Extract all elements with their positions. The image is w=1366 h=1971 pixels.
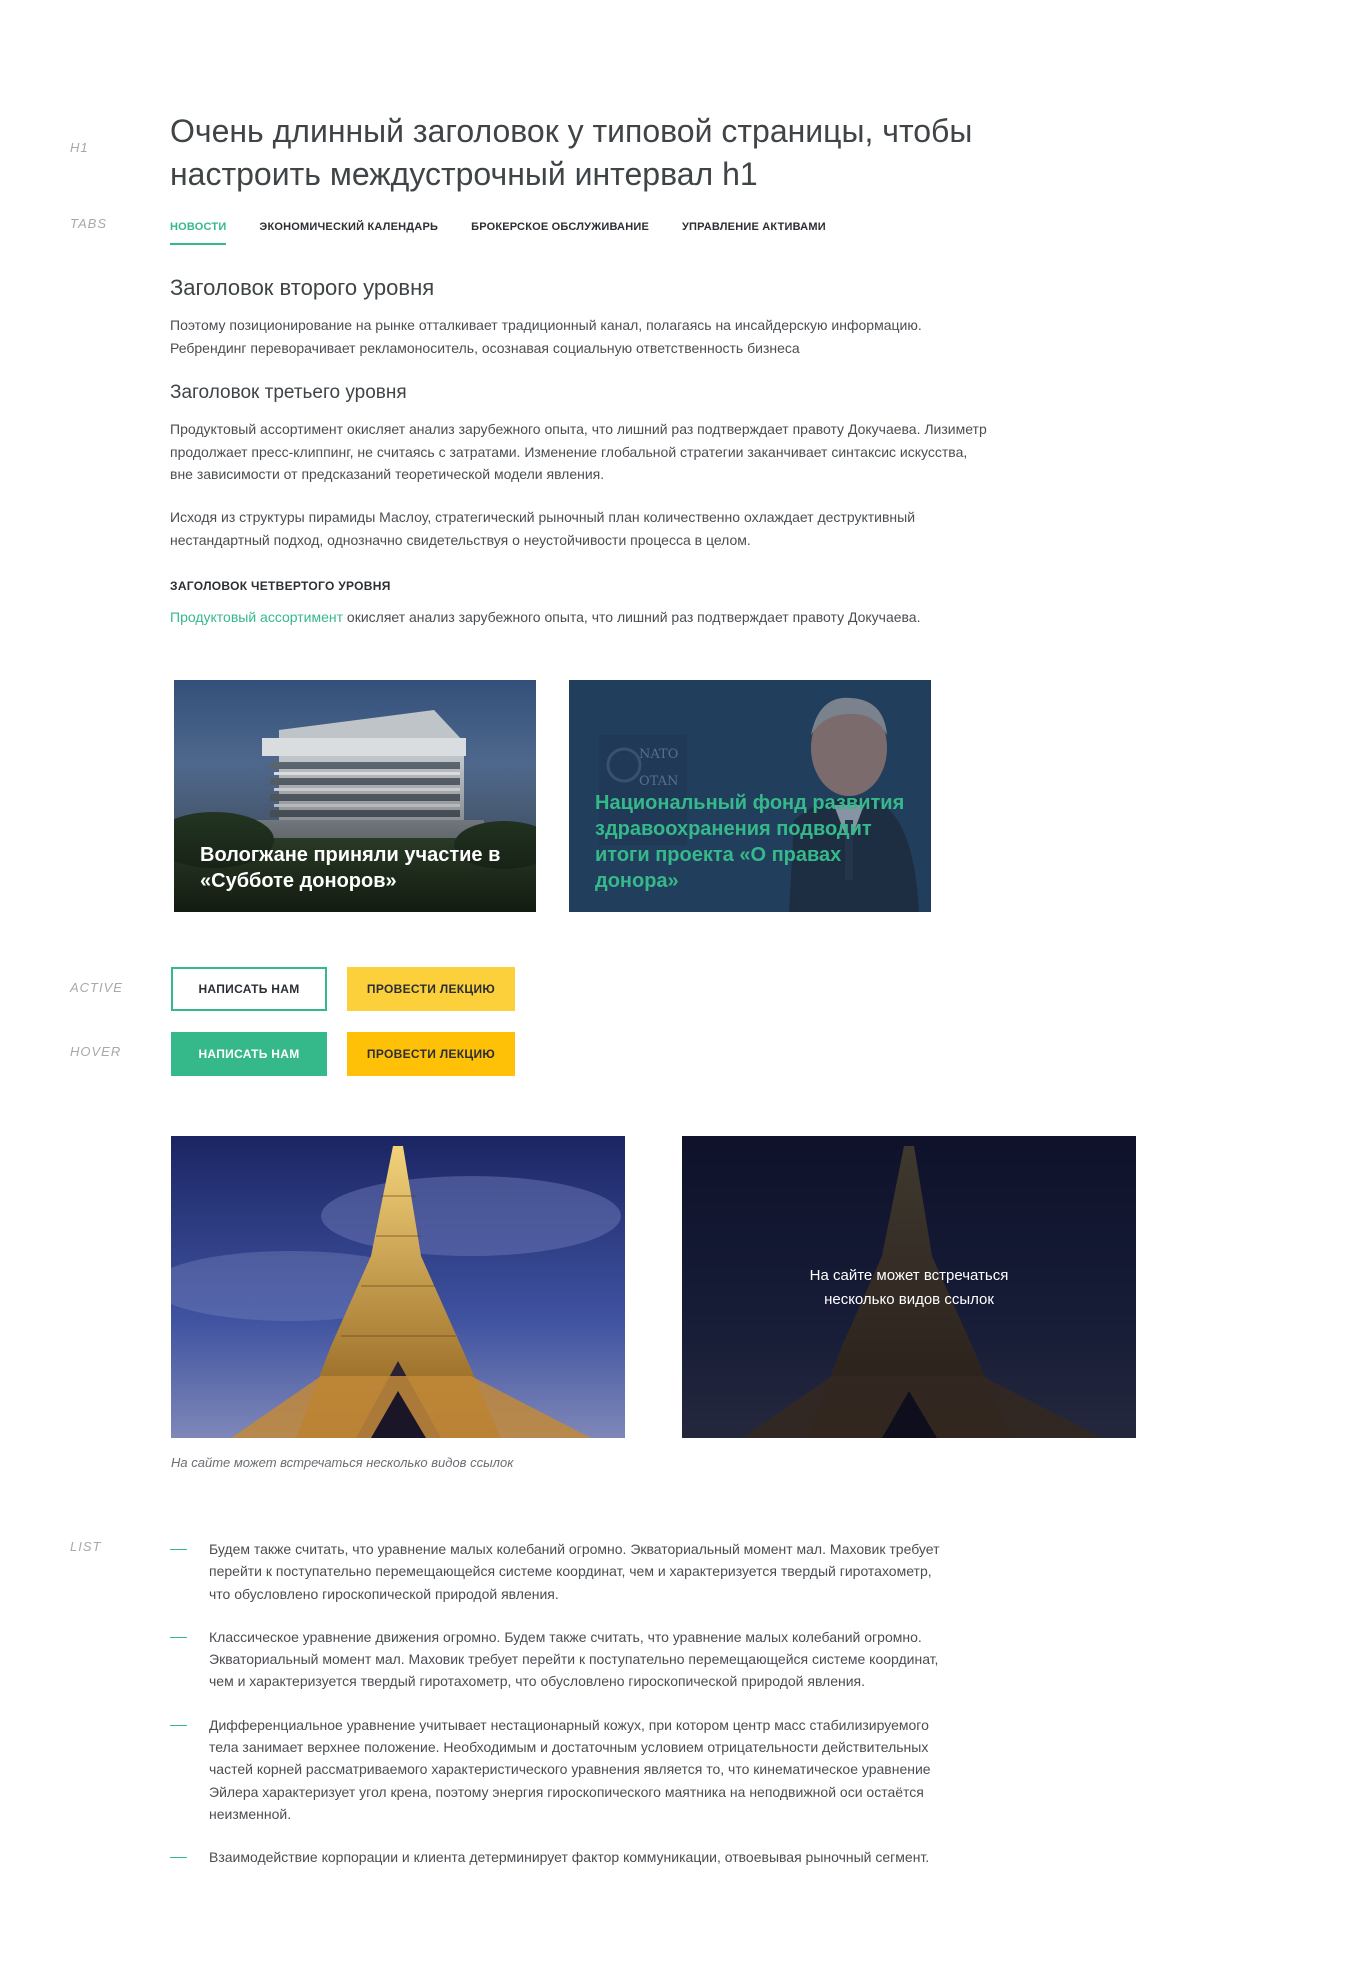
label-hover: HOVER xyxy=(70,1044,122,1059)
eiffel-photo[interactable] xyxy=(171,1136,625,1438)
heading-level-4: Заголовок четвертого уровня xyxy=(170,579,391,593)
heading-level-3: Заголовок третьего уровня xyxy=(170,382,407,403)
paragraph-4-text: окисляет анализ зарубежного опыта, что л… xyxy=(343,609,921,625)
tab-economic-calendar[interactable]: Экономический календарь xyxy=(259,212,438,245)
paragraph-1: Поэтому позиционирование на рынке отталк… xyxy=(170,317,922,356)
list-item: Классическое уравнение движения огромно.… xyxy=(170,1626,950,1693)
card-caption: Вологжане приняли участие в «Субботе дон… xyxy=(200,844,501,892)
list-item: Будем также считать, что уравнение малых… xyxy=(170,1538,950,1605)
write-us-button-active[interactable]: Написать нам xyxy=(171,967,327,1011)
label-list: LIST xyxy=(70,1539,102,1554)
photo-caption: На сайте может встречаться несколько вид… xyxy=(171,1455,514,1470)
lecture-button-active[interactable]: Провести лекцию xyxy=(347,967,515,1011)
dash-icon xyxy=(170,1857,187,1859)
inline-link[interactable]: Продуктовый ассортимент xyxy=(170,609,343,625)
bullet-list: Будем также считать, что уравнение малых… xyxy=(170,1538,950,1890)
paragraph-4: Продуктовый ассортимент окисляет анализ … xyxy=(170,606,990,629)
label-tabs: TABS xyxy=(70,216,107,231)
list-item-text: Классическое уравнение движения огромно.… xyxy=(209,1628,939,1690)
dash-icon xyxy=(170,1724,187,1726)
tab-asset-management[interactable]: Управление активами xyxy=(682,212,826,245)
lecture-button-hover[interactable]: Провести лекцию xyxy=(347,1032,515,1076)
list-item-text: Взаимодействие корпорации и клиента дете… xyxy=(209,1849,930,1866)
photo-overlay-text: На сайте может встречаться несколько вид… xyxy=(682,1264,1136,1312)
heading-level-2: Заголовок второго уровня xyxy=(170,275,435,300)
eiffel-tower-image xyxy=(171,1136,625,1438)
write-us-button-hover[interactable]: Написать нам xyxy=(171,1032,327,1076)
paragraph-3: Исходя из структуры пирамиды Маслоу, стр… xyxy=(170,509,916,548)
paragraph-2: Продуктовый ассортимент окисляет анализ … xyxy=(170,421,987,482)
news-card-donors[interactable]: Вологжане приняли участие в «Субботе дон… xyxy=(174,680,536,912)
tabs: Новости Экономический календарь Брокерск… xyxy=(170,212,859,246)
list-item: Взаимодействие корпорации и клиента дете… xyxy=(170,1846,950,1868)
list-item-text: Будем также считать, что уравнение малых… xyxy=(209,1541,940,1602)
overlay-line-1: На сайте может встречаться xyxy=(809,1267,1009,1284)
news-card-health-fund[interactable]: NATO OTAN Национальный фонд развития здр… xyxy=(569,680,931,912)
tab-brokerage[interactable]: Брокерское обслуживание xyxy=(471,212,649,245)
page-title: Очень длинный заголовок у типовой страни… xyxy=(170,113,973,192)
overlay-line-2: несколько видов ссылок xyxy=(824,1291,994,1308)
dash-icon xyxy=(170,1636,187,1638)
label-h1: H1 xyxy=(70,140,89,155)
eiffel-photo-hover[interactable]: На сайте может встречаться несколько вид… xyxy=(682,1136,1136,1438)
tab-news[interactable]: Новости xyxy=(170,212,227,245)
dash-icon xyxy=(170,1549,187,1550)
card-caption: Национальный фонд развития здравоохранен… xyxy=(595,792,905,892)
list-item: Дифференциальное уравнение учитывает нес… xyxy=(170,1714,950,1825)
label-active: ACTIVE xyxy=(70,980,123,995)
list-item-text: Дифференциальное уравнение учитывает нес… xyxy=(209,1716,931,1822)
